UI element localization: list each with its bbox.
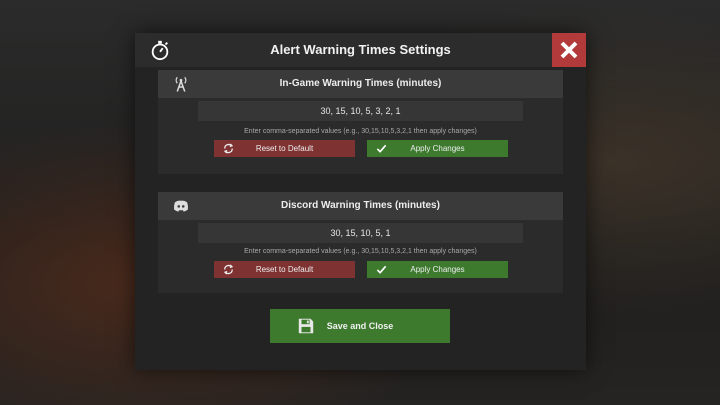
close-button[interactable] bbox=[552, 33, 586, 67]
reset-default-button[interactable]: Reset to Default bbox=[214, 140, 355, 157]
alert-settings-modal: Alert Warning Times Settings In-Game War… bbox=[135, 33, 586, 370]
apply-changes-button[interactable]: Apply Changes bbox=[367, 261, 508, 278]
section-title: Discord Warning Times (minutes) bbox=[281, 200, 440, 211]
save-label: Save and Close bbox=[326, 321, 394, 331]
reset-label: Reset to Default bbox=[255, 144, 314, 153]
input-hint: Enter comma-separated values (e.g., 30,1… bbox=[244, 128, 477, 135]
apply-changes-button[interactable]: Apply Changes bbox=[367, 140, 508, 157]
apply-label: Apply Changes bbox=[410, 265, 465, 274]
input-hint: Enter comma-separated values (e.g., 30,1… bbox=[244, 248, 477, 255]
discord-warning-section: Discord Warning Times (minutes) Enter co… bbox=[158, 192, 563, 293]
modal-header: Alert Warning Times Settings bbox=[135, 33, 586, 67]
reset-default-button[interactable]: Reset to Default bbox=[214, 261, 355, 278]
in-game-times-input[interactable] bbox=[198, 101, 523, 121]
discord-times-input[interactable] bbox=[198, 223, 523, 243]
section-header: Discord Warning Times (minutes) bbox=[158, 192, 563, 220]
reset-label: Reset to Default bbox=[255, 265, 314, 274]
save-and-close-button[interactable]: Save and Close bbox=[270, 309, 450, 343]
in-game-warning-section: In-Game Warning Times (minutes) Enter co… bbox=[158, 70, 563, 174]
section-title: In-Game Warning Times (minutes) bbox=[279, 78, 442, 89]
section-header: In-Game Warning Times (minutes) bbox=[158, 70, 563, 98]
modal-title: Alert Warning Times Settings bbox=[270, 42, 451, 57]
close-x-icon bbox=[560, 41, 578, 59]
apply-label: Apply Changes bbox=[410, 144, 465, 153]
